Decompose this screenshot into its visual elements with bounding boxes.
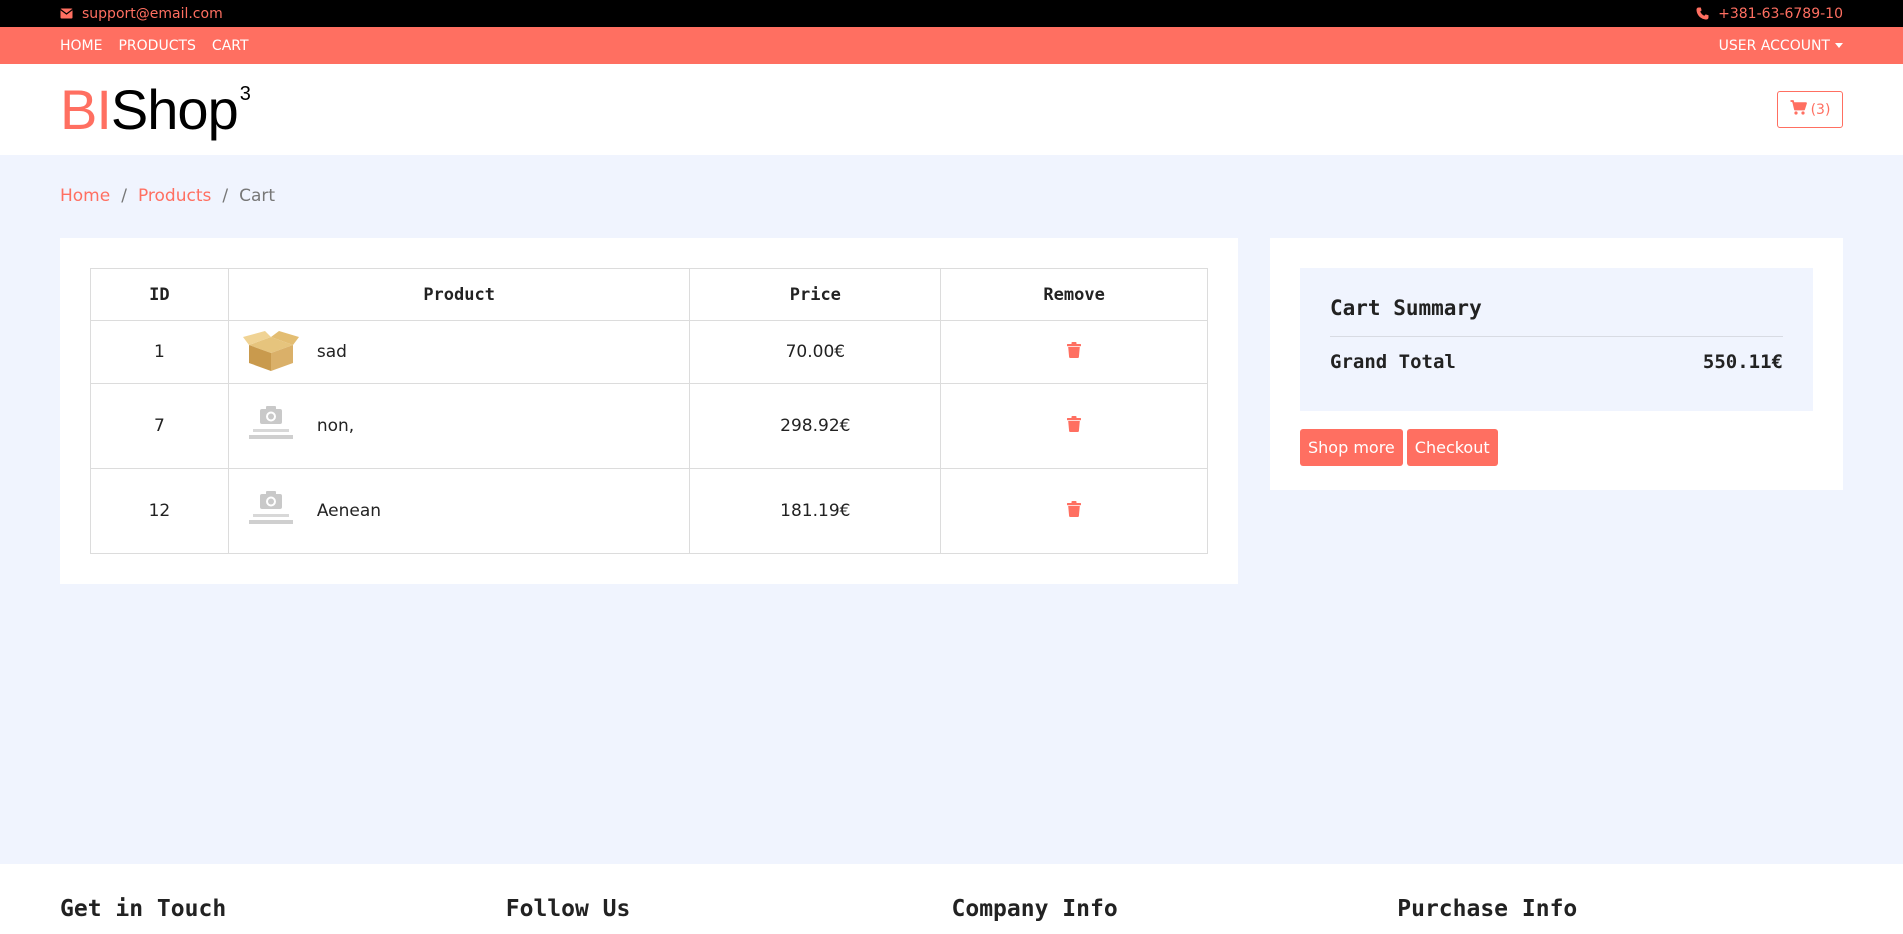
cell-price: 181.19€ [689, 468, 942, 554]
cell-product: non, [227, 383, 691, 469]
cell-price: 298.92€ [689, 383, 942, 469]
footer-heading-company-info: Company Info [951, 896, 1118, 922]
cart-summary-box: Cart Summary Grand Total 550.11€ [1300, 268, 1813, 411]
logo-bi: BI [60, 77, 112, 141]
column-header-id: ID [90, 268, 229, 321]
site-footer: Get in Touch Follow Us Company Info Purc… [0, 864, 1903, 934]
main-navbar: HOME PRODUCTS CART USER ACCOUNT [0, 27, 1903, 64]
nav-cart[interactable]: CART [212, 38, 249, 54]
table-row: 7 non, 298.92€ [90, 383, 1208, 469]
breadcrumb-separator: / [222, 186, 229, 206]
cell-remove [940, 320, 1208, 384]
breadcrumb-current: Cart [239, 186, 276, 206]
cell-id: 7 [90, 383, 229, 469]
contact-bar: support@email.com +381-63-6789-10 [0, 0, 1903, 27]
support-email-text: support@email.com [82, 5, 223, 22]
nav-home[interactable]: HOME [60, 38, 102, 54]
site-header: BI Shop 3 (3) [0, 64, 1903, 155]
cell-remove [940, 383, 1208, 469]
footer-heading-follow-us: Follow Us [505, 896, 631, 922]
summary-actions: Shop more Checkout [1300, 429, 1813, 466]
column-header-product: Product [227, 268, 691, 321]
nav-products[interactable]: PRODUCTS [118, 38, 195, 54]
breadcrumb-separator: / [121, 186, 127, 206]
cart-count: (3) [1810, 101, 1831, 118]
table-row: 1 sad 70.00€ [90, 320, 1208, 384]
phone-icon [1696, 7, 1709, 20]
cart-items-panel: ID Product Price Remove 1 sad 70.00€ 7 n… [60, 238, 1238, 584]
user-account-label: USER ACCOUNT [1718, 37, 1830, 54]
grand-total-label: Grand Total [1330, 351, 1456, 373]
checkout-button[interactable]: Checkout [1406, 429, 1498, 466]
support-email[interactable]: support@email.com [60, 6, 223, 22]
grand-total-value: 550.11€ [1702, 351, 1783, 373]
header-cart-button[interactable]: (3) [1777, 91, 1843, 128]
support-phone[interactable]: +381-63-6789-10 [1696, 6, 1843, 22]
cell-price: 70.00€ [689, 320, 942, 384]
coming-soon-image[interactable] [243, 404, 299, 448]
envelope-icon [60, 8, 73, 19]
footer-heading-purchase-info: Purchase Info [1397, 896, 1578, 922]
breadcrumb-home[interactable]: Home [60, 186, 110, 206]
user-account-dropdown[interactable]: USER ACCOUNT [1719, 38, 1843, 54]
coming-soon-image[interactable] [243, 489, 299, 533]
product-name[interactable]: non, [317, 416, 354, 436]
support-phone-text: +381-63-6789-10 [1718, 5, 1843, 22]
logo-superscript: 3 [239, 82, 251, 105]
trash-icon[interactable] [1067, 500, 1082, 522]
column-header-price: Price [689, 268, 942, 321]
grand-total-row: Grand Total 550.11€ [1330, 351, 1783, 373]
table-row: 12 Aenean 181.19€ [90, 468, 1208, 554]
caret-down-icon [1835, 43, 1843, 48]
trash-icon[interactable] [1067, 415, 1082, 437]
column-header-remove: Remove [940, 268, 1208, 321]
product-box-image[interactable] [242, 330, 299, 374]
footer-heading-get-in-touch: Get in Touch [60, 896, 227, 922]
shop-more-button[interactable]: Shop more [1300, 429, 1403, 466]
cart-summary-panel: Cart Summary Grand Total 550.11€ Shop mo… [1270, 238, 1843, 490]
cell-id: 1 [90, 320, 229, 384]
logo-shop: Shop [110, 77, 239, 141]
cell-id: 12 [90, 468, 229, 554]
cart-icon [1790, 100, 1807, 119]
product-name[interactable]: sad [317, 342, 347, 362]
nav-links: HOME PRODUCTS CART [60, 38, 249, 54]
cell-remove [940, 468, 1208, 554]
breadcrumb-products[interactable]: Products [138, 186, 211, 206]
site-logo[interactable]: BI Shop 3 [60, 77, 251, 141]
cell-product: sad [227, 320, 691, 384]
cart-summary-title: Cart Summary [1330, 296, 1783, 337]
product-name[interactable]: Aenean [317, 501, 381, 521]
table-header-row: ID Product Price Remove [90, 268, 1208, 321]
cart-table: ID Product Price Remove 1 sad 70.00€ 7 n… [90, 268, 1208, 554]
trash-icon[interactable] [1067, 341, 1082, 363]
breadcrumb: Home / Products / Cart [60, 186, 275, 206]
cell-product: Aenean [227, 468, 691, 554]
